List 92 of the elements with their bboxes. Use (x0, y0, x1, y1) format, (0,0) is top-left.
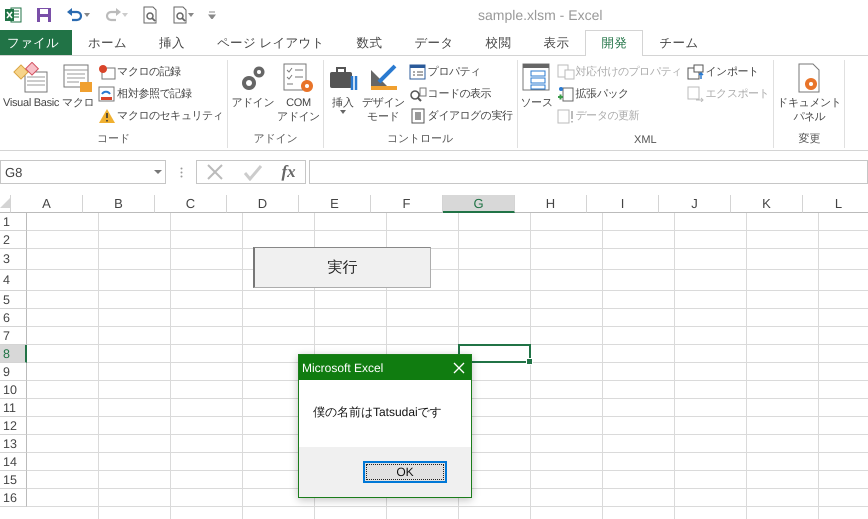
ribbon-tab[interactable]: ファイル (0, 30, 72, 55)
group-label: XML (633, 134, 658, 148)
row-header[interactable]: 15 (0, 471, 27, 489)
ribbon-button[interactable]: ダイアログの実行 (406, 106, 514, 125)
macro-icon (62, 62, 94, 94)
ribbon-button[interactable]: マクロ (61, 60, 96, 131)
ribbon-button[interactable]: 拡張パック (554, 84, 684, 103)
dialog-icon (408, 108, 427, 124)
column-header[interactable]: I (587, 195, 659, 213)
redo-icon (104, 7, 122, 23)
ribbon-tab[interactable]: 挿入 (143, 30, 201, 55)
ribbon-tab[interactable]: チーム (643, 30, 714, 55)
ribbon-tab[interactable]: 数式 (340, 30, 398, 55)
ribbon-button[interactable]: 挿入 (326, 60, 360, 131)
customize-icon (208, 11, 216, 19)
undo-icon (66, 7, 84, 23)
ribbon-button[interactable]: インポート (684, 62, 772, 81)
dialog-message: 僕の名前はTatsudaiです (313, 405, 442, 419)
ribbon-button[interactable]: コードの表示 (406, 84, 514, 103)
ribbon-button[interactable]: Visual Basic (2, 60, 60, 131)
column-header[interactable]: A (11, 195, 83, 213)
row-header[interactable]: 1 (0, 213, 27, 231)
save-icon (36, 7, 52, 23)
dialog-title: Microsoft Excel (302, 360, 384, 374)
row-header[interactable]: 4 (0, 270, 27, 291)
row-header[interactable]: 14 (0, 453, 27, 471)
column-header[interactable]: C (155, 195, 227, 213)
group-label: コード (96, 132, 132, 147)
import-icon (686, 64, 705, 80)
grip-icon (180, 166, 182, 178)
name-box[interactable]: G8 (0, 160, 166, 184)
group-label: アドイン (252, 132, 299, 147)
window-title: sample.xlsm - Excel (478, 7, 602, 23)
ribbon-tab[interactable]: 開発 (585, 30, 644, 56)
checklist-gear-icon (281, 62, 316, 94)
cancel-icon (206, 163, 224, 181)
column-header[interactable]: G (443, 195, 515, 213)
row-header[interactable]: 16 (0, 489, 27, 507)
ribbon-button[interactable]: マクロの記録 (96, 62, 226, 81)
row-header[interactable]: 11 (0, 399, 27, 417)
ribbon-tab[interactable]: ホーム (72, 30, 143, 55)
ribbon-button[interactable]: アドイン (230, 60, 276, 131)
row-header[interactable]: 5 (0, 291, 27, 309)
ribbon-tab[interactable]: 校閲 (469, 30, 528, 55)
column-header[interactable]: D (227, 195, 299, 213)
page-zoom-icon (172, 6, 188, 24)
export-icon (686, 86, 705, 102)
print-preview-icon (142, 6, 158, 24)
refresh-data-icon (556, 108, 575, 124)
column-header[interactable]: E (299, 195, 371, 213)
column-header[interactable]: B (83, 195, 155, 213)
row-header[interactable]: 10 (0, 381, 27, 399)
group-label: コントロール (386, 132, 454, 147)
caret-icon (188, 13, 194, 17)
ribbon-tab[interactable]: ページ レイアウト (201, 30, 340, 55)
document-icon (13, 62, 50, 94)
row-header[interactable]: 12 (0, 417, 27, 435)
record-icon (98, 64, 116, 80)
row-header[interactable]: 9 (0, 363, 27, 381)
caret-icon (122, 13, 128, 17)
ribbon-button[interactable]: マクロのセキュリティ (96, 106, 226, 125)
view-code-icon (408, 86, 427, 102)
caret-icon (84, 13, 90, 17)
row-header[interactable]: 13 (0, 435, 27, 453)
excel-logo-icon (4, 6, 22, 24)
column-header[interactable]: J (659, 195, 731, 213)
properties-icon (408, 64, 427, 80)
enter-icon (242, 163, 263, 181)
ribbon-button[interactable]: COM アドイン (276, 60, 321, 131)
column-header[interactable]: L (803, 195, 868, 213)
ribbon-button[interactable]: プロパティ (406, 62, 514, 81)
grid-icon (556, 64, 575, 80)
ok-button[interactable]: OK (363, 461, 447, 483)
formula-input[interactable] (309, 160, 868, 184)
ribbon-tab[interactable]: 表示 (527, 30, 586, 55)
run-button[interactable]: 実行 (253, 247, 431, 288)
column-header[interactable]: H (515, 195, 587, 213)
row-header[interactable]: 2 (0, 231, 27, 249)
row-header[interactable]: 6 (0, 309, 27, 327)
insert-function-button[interactable]: fx (282, 162, 296, 182)
pack-icon (556, 86, 575, 102)
group-label: 変更 (797, 132, 822, 147)
ribbon-button[interactable]: 相対参照で記録 (96, 84, 226, 103)
row-header[interactable]: 8 (0, 345, 27, 363)
column-header[interactable]: K (731, 195, 803, 213)
ribbon-button[interactable]: デザイン モード (360, 60, 406, 131)
warning-icon (98, 108, 116, 124)
ribbon-button[interactable]: ドキュメント パネル (776, 60, 842, 131)
row-header[interactable]: 3 (0, 249, 27, 270)
ribbon-button[interactable]: ソース (520, 60, 554, 134)
close-icon (453, 362, 465, 374)
ribbon-tab[interactable]: データ (398, 30, 470, 55)
